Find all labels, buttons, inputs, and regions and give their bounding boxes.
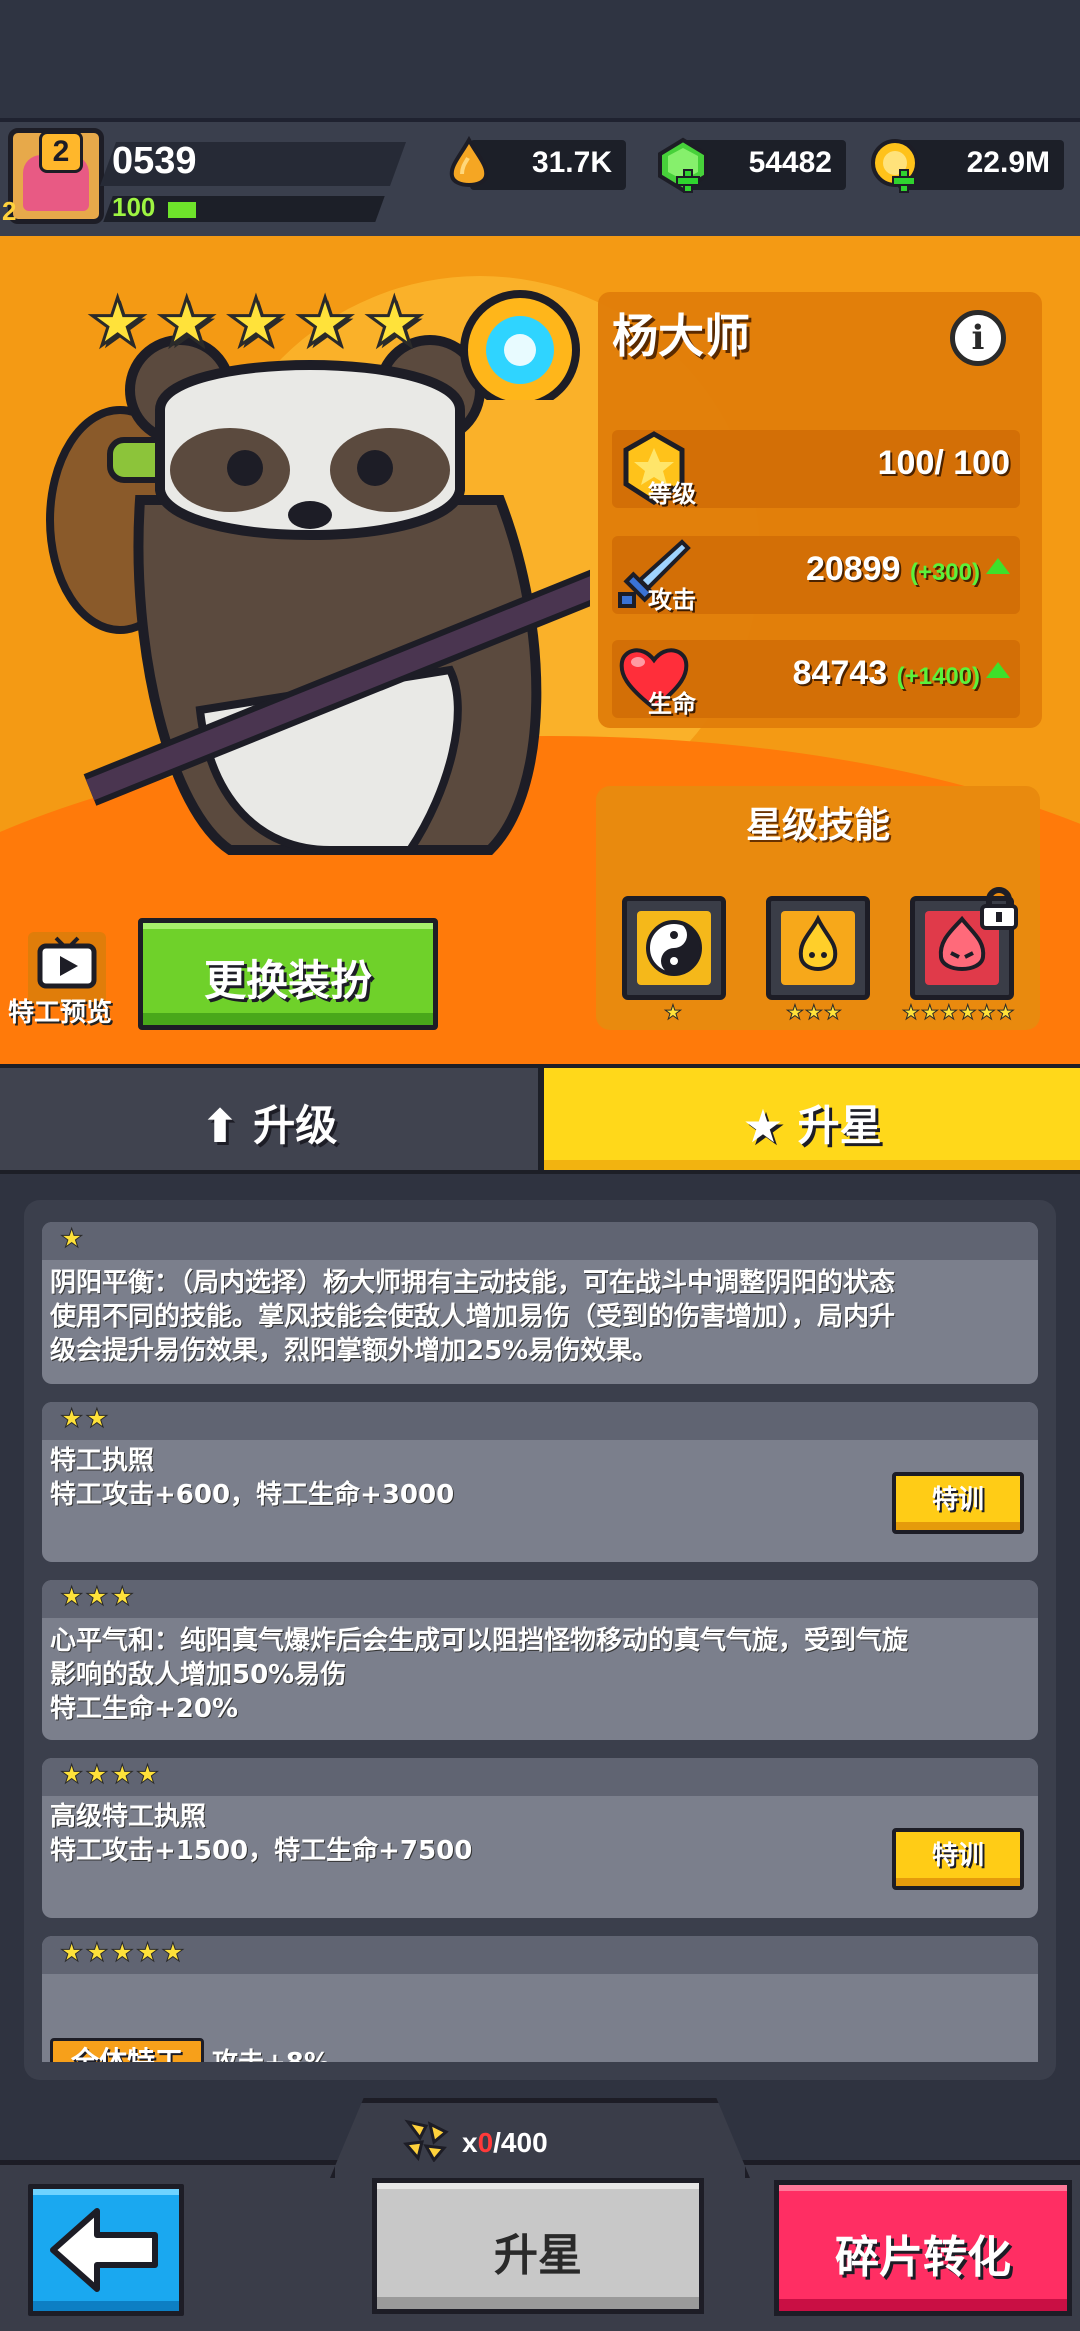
yin-yang-icon — [637, 911, 711, 985]
star-icon: ★ — [363, 284, 425, 361]
star-card-3: ★★★ 心平气和：纯阳真气爆炸后会生成可以阻挡怪物移动的真气气旋，受到气旋 影响… — [42, 1580, 1038, 1740]
tab-star-up[interactable]: ★ 升星 — [544, 1068, 1080, 1170]
skill-slot-1[interactable] — [622, 896, 726, 1000]
star-card-4: ★★★★ 高级特工执照 特工攻击+1500，特工生命+7500 特训 — [42, 1758, 1038, 1918]
card-text: 攻击+8% — [212, 2048, 330, 2062]
star-card-1: ★ 阴阳平衡：（局内选择）杨大师拥有主动技能，可在战斗中调整阴阳的状态 使用不同… — [42, 1222, 1038, 1384]
player-level: 100 — [112, 192, 156, 222]
lock-icon — [980, 887, 1018, 930]
star-icon: ★ — [86, 284, 148, 361]
stat-attack: 攻击 20899 (+300) — [612, 536, 1020, 614]
stat-health: 生命 84743 (+1400) — [612, 640, 1020, 718]
avatar-level-badge: 2 — [39, 133, 83, 173]
staff-orb-icon — [460, 290, 580, 400]
player-avatar[interactable]: 2 — [8, 128, 104, 224]
resource-gems[interactable]: 54482 — [658, 137, 846, 193]
card-text: 心平气和：纯阳真气爆炸后会生成可以阻挡怪物移动的真气气旋，受到气旋 影响的敌人增… — [50, 1626, 909, 1724]
train-button[interactable]: 特训 — [892, 1828, 1024, 1890]
star-card-5: ★★★★★ 全体特工攻击+8% — [42, 1936, 1038, 2062]
tab-upgrade[interactable]: ⬆ 升级 — [0, 1068, 538, 1170]
skill-2-stars: ★★★ — [786, 1000, 843, 1025]
star-skills-title: 星级技能 — [745, 805, 890, 846]
arrow-up-icon — [986, 662, 1010, 678]
all-agents-tag: 全体特工 — [50, 2038, 205, 2062]
gold-coin-icon — [871, 139, 919, 193]
hero-name: 杨大师 — [612, 309, 750, 363]
green-gem-icon — [658, 137, 708, 193]
info-icon: i — [971, 318, 985, 358]
star-icon: ★ — [742, 1099, 784, 1153]
card-text: 特工执照 特工攻击+600，特工生命+3000 — [50, 1446, 455, 1510]
info-button[interactable]: i — [950, 310, 1006, 366]
status-bar-area — [0, 0, 1080, 120]
card-stars: ★★★ — [42, 1580, 1038, 1618]
resource-coins[interactable]: 22.9M — [871, 139, 1064, 193]
star-bonus-list-viewport[interactable]: ★ 阴阳平衡：（局内选择）杨大师拥有主动技能，可在战斗中调整阴阳的状态 使用不同… — [42, 1222, 1038, 2062]
resource-energy[interactable]: 31.7K — [449, 136, 626, 190]
skill-3-stars: ★★★★★★ — [902, 1000, 1016, 1025]
back-button[interactable] — [28, 2184, 184, 2316]
card-text: 高级特工执照 特工攻击+1500，特工生命+7500 — [50, 1802, 473, 1866]
agent-preview-label[interactable]: 特工预览 — [8, 992, 112, 1029]
arrow-up-icon: ⬆ — [200, 1099, 240, 1153]
star-icon: ★ — [225, 284, 287, 361]
player-id: 0539 — [112, 140, 197, 182]
player-level-fill — [168, 202, 196, 218]
convert-shards-button[interactable]: 碎片转化 — [774, 2180, 1072, 2316]
star-card-2: ★★ 特工执照 特工攻击+600，特工生命+3000 特训 — [42, 1402, 1038, 1562]
stat-level: 等级 100/ 100 — [612, 430, 1020, 508]
shard-counter: x0/400 — [400, 2118, 548, 2162]
card-stars: ★ — [42, 1222, 1038, 1260]
change-outfit-button[interactable]: 更换装扮 — [138, 918, 438, 1030]
train-button[interactable]: 特训 — [892, 1472, 1024, 1534]
panda-master-character[interactable] — [30, 330, 590, 890]
skill-1-stars: ★ — [664, 1000, 683, 1025]
star-icon: ★ — [156, 284, 218, 361]
energy-drop-icon — [449, 136, 489, 187]
arrow-left-icon — [50, 2208, 158, 2292]
card-text: 阴阳平衡：（局内选择）杨大师拥有主动技能，可在战斗中调整阴阳的状态 使用不同的技… — [50, 1268, 896, 1366]
flame-spirit-icon — [781, 911, 855, 985]
avatar-small-badge: 2 — [2, 196, 17, 226]
star-up-button[interactable]: 升星 — [372, 2178, 704, 2314]
shard-fragment-icon — [403, 2119, 449, 2162]
card-stars: ★★★★★ — [42, 1936, 1038, 1974]
arrow-up-icon — [986, 558, 1010, 574]
star-icon: ★ — [294, 284, 356, 361]
skill-slot-2[interactable] — [766, 896, 870, 1000]
hero-star-rating: ★ ★ ★ ★ ★ — [86, 284, 425, 361]
